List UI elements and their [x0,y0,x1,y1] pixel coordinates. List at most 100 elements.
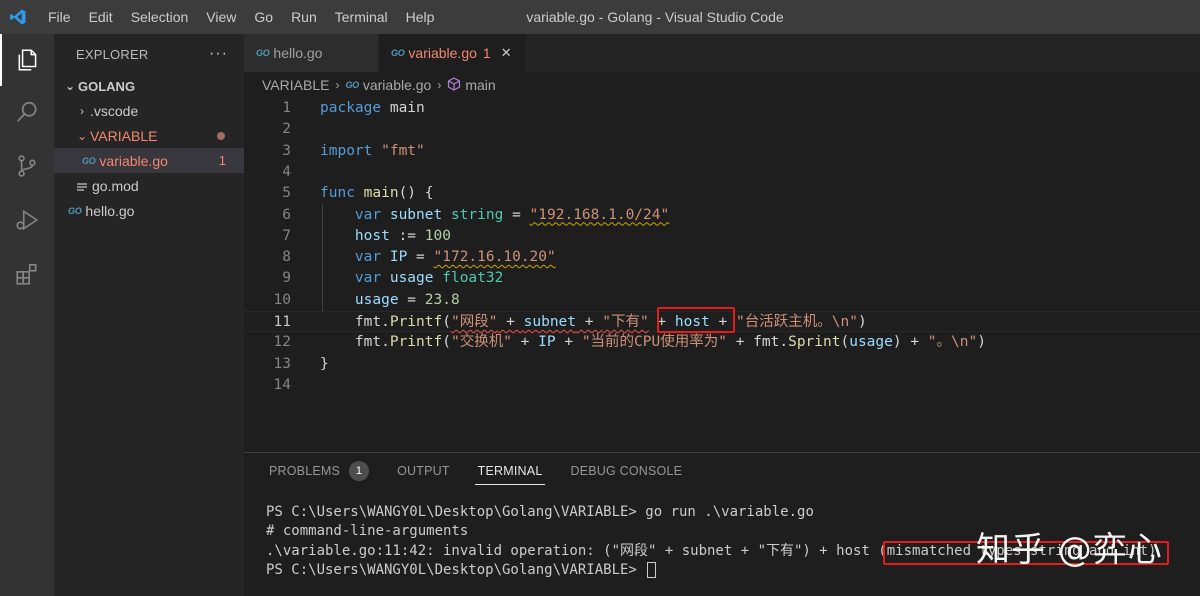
code-line[interactable]: 12 fmt.Printf("交换机" + IP + "当前的CPU使用率为" … [244,332,1200,353]
code-token: "交换机" [450,334,512,351]
code-token: var [320,270,390,287]
line-number: 11 [273,314,291,330]
code-token: ( [442,334,451,351]
line-number: 10 [273,291,291,308]
panel-tabs: PROBLEMS 1 OUTPUT TERMINAL DEBUG CONSOLE [244,453,710,489]
code-line[interactable]: 14 [244,375,1200,396]
extensions-icon[interactable] [0,248,54,300]
code-line[interactable]: 5 func main() { [244,183,1200,204]
tab-label: variable.go [408,45,477,61]
code-token: main [363,185,399,202]
code-line[interactable]: 10 usage = 23.8 [244,290,1200,311]
code-editor[interactable]: 1 package main 2 3 import "fmt" 4 5 func main()… [244,98,1200,452]
code-text: } [320,354,329,375]
tree-item-go-mod[interactable]: go.mod [54,173,244,198]
chevron-right-icon: › [335,78,340,92]
menu-terminal[interactable]: Terminal [326,0,397,34]
code-text: package main [320,98,425,119]
breadcrumb-file[interactable]: variable.go [363,77,432,93]
code-token: "网段" [450,314,498,330]
menu-run[interactable]: Run [282,0,326,34]
tab-debug-console[interactable]: DEBUG CONSOLE [570,453,682,489]
code-line[interactable]: 7 host := 100 [244,226,1200,247]
tab-variable-go[interactable]: GO variable.go 1 ✕ [379,34,527,72]
code-token: string [450,206,504,223]
tab-problem-count: 1 [482,45,491,61]
line-number: 13 [273,355,291,372]
tab-terminal[interactable]: TERMINAL [474,453,546,489]
code-token: main [389,100,425,116]
tree-item-variable-folder[interactable]: ⌄ VARIABLE [54,123,244,148]
code-token: ) + [892,334,928,351]
code-line[interactable]: 2 [244,119,1200,140]
code-line[interactable]: 1 package main [244,98,1200,119]
code-token: "172.16.10.20" [433,249,556,266]
code-token: 23.8 [424,291,460,308]
menu-edit[interactable]: Edit [80,0,122,34]
code-token: fmt. [320,334,390,351]
code-token: + [576,314,603,330]
code-line[interactable]: 4 [244,162,1200,183]
tab-output[interactable]: OUTPUT [397,453,450,489]
code-line[interactable]: 13} [244,354,1200,375]
more-actions-icon[interactable]: ··· [209,45,228,63]
terminal-prompt: PS C:\Users\WANGY0L\Desktop\Golang\VARIA… [266,561,646,578]
menu-help[interactable]: Help [397,0,444,34]
line-number: 5 [282,185,291,202]
tab-problems[interactable]: PROBLEMS 1 [269,453,370,489]
tree-item-hello-go[interactable]: GO hello.go [54,198,244,223]
code-token: fmt. [320,314,390,330]
tree-item-label: go.mod [92,177,139,194]
chevron-right-icon: › [437,78,442,92]
explorer-sidebar: EXPLORER ··· ⌄ GOLANG › .vscode ⌄ VARIAB… [54,34,244,596]
search-icon[interactable] [0,86,54,138]
line-number: 7 [282,227,291,244]
go-file-icon: GO [345,80,359,90]
code-token: ) [977,334,986,351]
menu-file[interactable]: File [36,0,80,34]
tab-label: PROBLEMS [269,464,341,478]
workspace-header[interactable]: ⌄ GOLANG [54,74,244,98]
code-line[interactable]: 8 var IP = "172.16.10.20" [244,247,1200,268]
line-number: 2 [282,121,291,138]
tab-label: OUTPUT [397,464,450,478]
code-line[interactable]: 9 var usage float32 [244,268,1200,289]
close-icon[interactable]: ✕ [501,45,512,61]
tab-hello-go[interactable]: GO hello.go [244,34,379,72]
code-token: var [320,249,390,266]
tab-label: DEBUG CONSOLE [570,464,683,478]
code-text: host := 100 [320,226,451,247]
code-token: var [320,206,390,223]
code-token: host [674,314,710,330]
tree-item-variable-go[interactable]: GO variable.go 1 [54,148,244,173]
menu-selection[interactable]: Selection [122,0,198,34]
menu-bar: File Edit Selection View Go Run Terminal Help [36,0,443,34]
breadcrumb-folder[interactable]: VARIABLE [262,77,329,93]
tree-item-label: hello.go [85,202,135,219]
code-text: var IP = "172.16.10.20" [320,247,556,268]
tree-item-label: variable.go [99,152,168,169]
code-token: "192.168.1.0/24" [529,206,670,223]
code-token: import [320,142,382,159]
terminal-cursor [647,561,657,578]
code-token: Sprint [788,334,841,351]
code-token: ( [840,334,850,351]
tree-item-vscode[interactable]: › .vscode [54,98,244,123]
breadcrumb-symbol[interactable]: main [465,77,495,93]
code-token: + [709,314,737,330]
menu-view[interactable]: View [197,0,245,34]
code-line[interactable]: 6 var subnet string = "192.168.1.0/24" [244,205,1200,226]
code-line[interactable]: 11 fmt.Printf("网段" + subnet + "下有" + hos… [244,311,1200,333]
title-bar: File Edit Selection View Go Run Terminal Help v… [0,0,1200,34]
code-token: Printf [389,314,443,330]
menu-go[interactable]: Go [245,0,282,34]
chevron-right-icon: › [80,103,84,118]
code-line[interactable]: 3 import "fmt" [244,141,1200,162]
explorer-icon[interactable] [0,34,54,86]
source-control-icon[interactable] [0,140,54,192]
code-token: ) [857,314,867,330]
code-token: subnet [389,206,451,223]
code-text: fmt.Printf("网段" + subnet + "下有" + host +… [320,312,867,333]
run-debug-icon[interactable] [0,194,54,246]
code-token: "台活跃主机。\n" [736,314,858,330]
